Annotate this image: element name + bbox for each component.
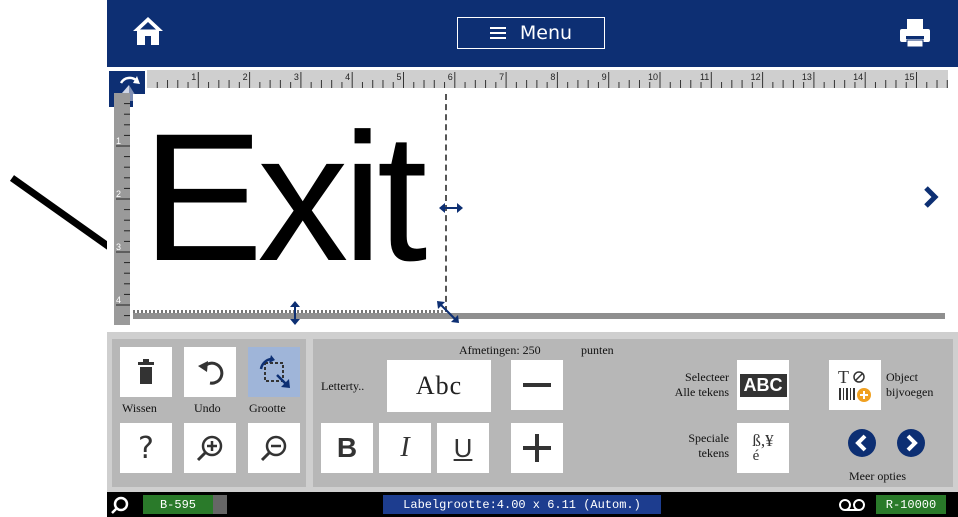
plus-icon <box>523 434 551 462</box>
ruler-number: 15 <box>904 72 914 82</box>
ruler-number: 9 <box>602 72 607 82</box>
resize-horizontal-handle[interactable] <box>439 201 463 215</box>
delete-button[interactable] <box>120 347 172 397</box>
select-all-button[interactable]: ABC <box>737 360 789 410</box>
ruler-number: 12 <box>751 72 761 82</box>
ruler-number: 5 <box>396 72 401 82</box>
ruler-number: 3 <box>294 72 299 82</box>
help-button[interactable]: ? <box>120 423 172 473</box>
ruler-number: 2 <box>116 189 121 199</box>
label-bottom-edge <box>133 313 945 319</box>
resize-button[interactable] <box>248 347 300 397</box>
zoom-out-button[interactable] <box>248 423 300 473</box>
ribbon-cartridge-badge: R-10000 <box>876 495 946 514</box>
italic-icon: I <box>400 432 410 463</box>
ruler-number: 3 <box>116 242 121 252</box>
size-unit-label: punten <box>581 343 614 357</box>
special-chars-icon-accent: é <box>752 448 760 464</box>
underline-icon: U <box>453 432 473 463</box>
special-chars-button[interactable]: ß,¥ é <box>737 423 789 473</box>
labeling-app: Menu 1 2 3 4 5 6 7 8 9 10 11 12 13 14 15 1234 Exit <box>107 0 958 517</box>
home-icon[interactable] <box>131 14 165 48</box>
printer-icon[interactable] <box>898 18 932 48</box>
hamburger-icon <box>489 27 506 39</box>
italic-button[interactable]: I <box>379 423 431 473</box>
add-object-label-1: Object <box>886 370 918 384</box>
vertical-ruler: 1 2 3 4 <box>114 93 130 325</box>
undo-label: Undo <box>194 401 221 415</box>
trash-icon <box>138 359 154 384</box>
top-bar: Menu <box>107 0 958 67</box>
menu-label: Menu <box>519 22 573 44</box>
previous-options-icon[interactable] <box>847 428 877 458</box>
select-all-label-1: Selecteer <box>685 370 729 384</box>
undo-button[interactable] <box>184 347 236 397</box>
add-object-icon: T <box>838 367 871 402</box>
label-text-object[interactable]: Exit <box>142 97 427 297</box>
add-object-label-2: bijvoegen <box>886 385 934 399</box>
font-select-button[interactable]: Abc <box>387 360 491 412</box>
ribbon-icon <box>111 496 129 514</box>
bold-button[interactable]: B <box>321 423 373 473</box>
ribbon-cassette-icon <box>839 499 865 511</box>
ruler-number: 11 <box>700 72 709 82</box>
resize-diagonal-handle[interactable] <box>437 301 459 323</box>
svg-text:T: T <box>838 367 849 387</box>
ruler-number: 14 <box>853 72 863 82</box>
add-object-button[interactable]: T <box>829 360 881 410</box>
special-chars-label-1: Speciale <box>688 431 729 445</box>
ruler-number: 10 <box>648 72 658 82</box>
status-bar: B-595 Labelgrootte:4.00 x 6.11 (Autom.) … <box>107 492 958 517</box>
resize-label: Grootte <box>249 401 286 415</box>
text-tools-panel: Afmetingen: 250 punten Letterty.. Abc B … <box>313 339 953 487</box>
ruler-number: 6 <box>448 72 453 82</box>
zoom-in-icon <box>196 435 223 462</box>
label-canvas: 1 2 3 4 5 6 7 8 9 10 11 12 13 14 15 1234 Exit <box>107 67 958 332</box>
ruler-number: 4 <box>116 295 121 305</box>
underline-button[interactable]: U <box>437 423 489 473</box>
label-size-indicator: Labelgrootte:4.00 x 6.11 (Autom.) <box>383 495 661 514</box>
font-label: Letterty.. <box>321 379 365 393</box>
font-sample: Abc <box>415 371 463 400</box>
ruler-number: 1 <box>191 72 196 82</box>
decrease-size-button[interactable] <box>511 360 563 410</box>
next-options-icon[interactable] <box>896 428 926 458</box>
label-cartridge-badge: B-595 <box>143 495 213 514</box>
ruler-number: 8 <box>550 72 555 82</box>
help-icon: ? <box>138 430 154 466</box>
zoom-in-button[interactable] <box>184 423 236 473</box>
ruler-number: 2 <box>243 72 248 82</box>
special-chars-label-2: tekens <box>698 446 729 460</box>
ruler-number: 1 <box>116 136 121 146</box>
resize-icon <box>259 355 290 388</box>
zoom-out-icon <box>260 435 287 462</box>
cartridge-level-indicator <box>213 495 227 514</box>
more-options-label: Meer opties <box>849 469 906 483</box>
resize-vertical-handle[interactable] <box>288 301 302 325</box>
undo-icon <box>198 361 224 385</box>
special-chars-icon: ß,¥ <box>752 431 774 450</box>
ruler-number: 4 <box>345 72 350 82</box>
menu-button[interactable]: Menu <box>457 17 605 49</box>
ruler-number: 13 <box>802 72 812 82</box>
size-value-label: Afmetingen: 250 <box>459 343 541 357</box>
minus-icon <box>523 383 551 387</box>
abc-badge-icon: ABC <box>739 373 787 397</box>
edit-tools-panel: Wissen Undo Grootte ? <box>112 339 306 487</box>
delete-label: Wissen <box>122 401 157 415</box>
chevron-right-icon[interactable] <box>923 185 939 209</box>
increase-size-button[interactable] <box>511 423 563 473</box>
horizontal-ruler: 1 2 3 4 5 6 7 8 9 10 11 12 13 14 15 <box>147 70 958 88</box>
select-all-label-2: Alle tekens <box>674 385 729 399</box>
bold-icon: B <box>336 432 358 463</box>
ruler-number: 7 <box>499 72 504 82</box>
